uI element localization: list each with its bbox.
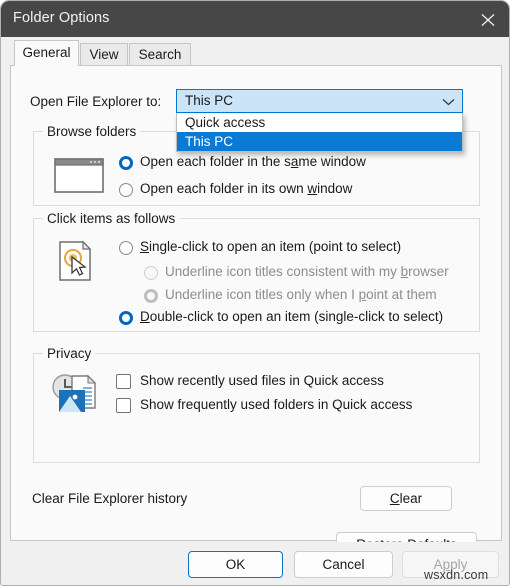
checkbox-indicator (116, 398, 131, 413)
dropdown-option-this-pc[interactable]: This PC (177, 132, 462, 151)
title-bar: Folder Options (1, 1, 509, 37)
open-file-explorer-dropdown-list[interactable]: Quick access This PC (176, 113, 463, 152)
clear-history-label: Clear File Explorer history (32, 491, 188, 506)
open-file-explorer-combobox[interactable]: This PC (176, 89, 463, 113)
window-outline-icon (54, 158, 104, 193)
chevron-down-icon (442, 99, 455, 106)
radio-underline-on-point-label: Underline icon titles only when I point … (165, 287, 437, 302)
recent-files-picture-icon (52, 374, 97, 412)
close-button[interactable] (465, 1, 509, 37)
checkbox-show-recent-files-label: Show recently used files in Quick access (140, 373, 384, 388)
radio-indicator (144, 289, 158, 303)
tab-strip: General View Search (1, 37, 509, 66)
radio-underline-consistent-browser-label: Underline icon titles consistent with my… (165, 264, 449, 279)
radio-single-click-label: Single-click to open an item (point to s… (140, 239, 402, 254)
general-tab-panel: Open File Explorer to: This PC Quick acc… (10, 65, 502, 558)
browse-folders-title: Browse folders (43, 124, 141, 139)
tab-view[interactable]: View (80, 43, 128, 66)
radio-same-window-label: Open each folder in the same window (140, 154, 366, 169)
checkbox-indicator (116, 374, 131, 389)
folder-options-dialog: Folder Options General View Search Open … (0, 0, 510, 586)
dropdown-option-quick-access[interactable]: Quick access (177, 113, 462, 132)
radio-indicator (119, 241, 133, 255)
radio-indicator (119, 183, 133, 197)
radio-double-click-label: Double-click to open an item (single-cli… (140, 309, 444, 324)
document-click-cursor-icon (59, 240, 92, 281)
cancel-button[interactable]: Cancel (294, 551, 393, 578)
close-icon (481, 14, 495, 26)
tab-search[interactable]: Search (129, 43, 191, 66)
tab-general[interactable]: General (14, 40, 79, 66)
radio-indicator (119, 311, 133, 325)
window-title: Folder Options (13, 10, 110, 26)
privacy-group: Privacy Show recently used files in Quic… (33, 346, 480, 463)
open-file-explorer-label: Open File Explorer to: (30, 94, 162, 109)
checkbox-show-frequent-folders-label: Show frequently used folders in Quick ac… (140, 397, 413, 412)
ok-button[interactable]: OK (188, 551, 283, 578)
clear-button[interactable]: Clear (360, 486, 452, 511)
watermark: wsxdn.com (424, 568, 489, 582)
radio-own-window-label: Open each folder in its own window (140, 181, 353, 196)
click-items-group: Click items as follows Single-click to o… (33, 211, 480, 332)
radio-indicator (144, 266, 158, 280)
combobox-selected-value: This PC (185, 93, 234, 108)
privacy-title: Privacy (43, 346, 96, 361)
radio-indicator (119, 156, 133, 170)
click-items-title: Click items as follows (43, 211, 180, 226)
